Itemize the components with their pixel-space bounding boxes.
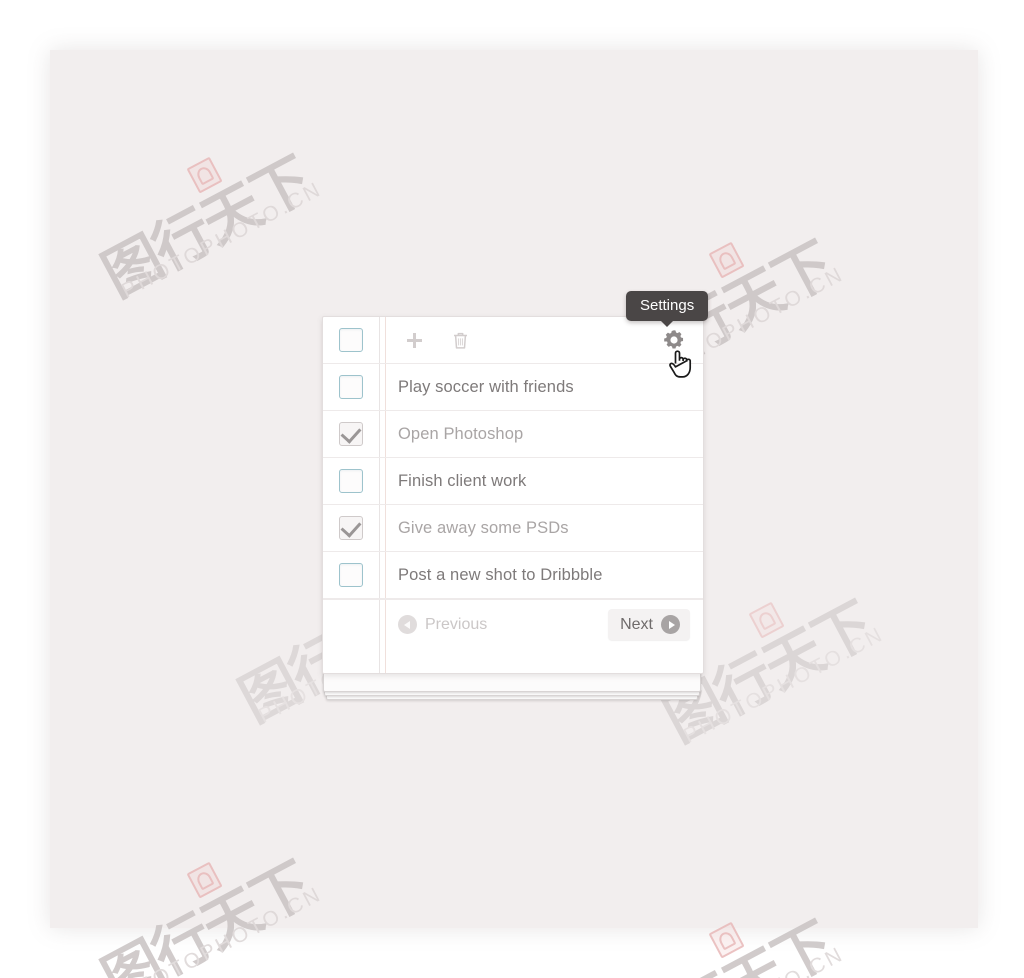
todo-card-stack: Play soccer with friends Open Photoshop: [322, 316, 704, 700]
task-label: Play soccer with friends: [398, 377, 574, 396]
delete-task-button[interactable]: [445, 325, 475, 355]
footer-spacer: [323, 600, 379, 649]
table-row[interactable]: Post a new shot to Dribbble: [323, 552, 703, 599]
select-all-cell[interactable]: [323, 317, 379, 363]
todo-card: Play soccer with friends Open Photoshop: [322, 316, 704, 674]
task-checkbox-cell[interactable]: [323, 364, 379, 410]
arrow-left-circle-icon: [398, 615, 417, 634]
gear-icon: [664, 330, 684, 349]
task-label: Give away some PSDs: [398, 518, 569, 537]
settings-tooltip: Settings: [626, 291, 709, 327]
task-label: Finish client work: [398, 471, 527, 490]
table-row[interactable]: Open Photoshop: [323, 411, 703, 458]
task-body: Open Photoshop: [379, 411, 703, 457]
task-checkbox[interactable]: [339, 422, 363, 446]
table-row[interactable]: Finish client work: [323, 458, 703, 505]
task-checkbox[interactable]: [339, 516, 363, 540]
next-label: Next: [620, 615, 653, 633]
task-checkbox-cell[interactable]: [323, 458, 379, 504]
task-checkbox-cell[interactable]: [323, 505, 379, 551]
tooltip-arrow: [660, 320, 675, 327]
plus-icon: [406, 332, 422, 348]
table-row[interactable]: Give away some PSDs: [323, 505, 703, 552]
toolbar-row: [323, 317, 703, 364]
table-row[interactable]: Play soccer with friends: [323, 364, 703, 411]
task-body: Give away some PSDs: [379, 505, 703, 551]
pagination-footer: Previous Next: [323, 599, 703, 649]
previous-button[interactable]: Previous: [398, 615, 487, 634]
task-body: Post a new shot to Dribbble: [379, 552, 703, 598]
check-icon: [340, 516, 362, 538]
task-checkbox-cell[interactable]: [323, 411, 379, 457]
settings-tooltip-label: Settings: [640, 297, 695, 314]
task-label: Open Photoshop: [398, 424, 524, 443]
task-body: Play soccer with friends: [379, 364, 703, 410]
trash-icon: [453, 332, 467, 349]
task-checkbox[interactable]: [339, 375, 363, 399]
toolbar-actions: [379, 317, 703, 363]
screenshot-canvas: 图行天下 PHOTOPHOTO.CN 图行天下 PHOTOPHOTO.CN 图行…: [0, 0, 1024, 978]
pagination-controls: Previous Next: [379, 600, 703, 649]
add-task-button[interactable]: [399, 325, 429, 355]
task-checkbox[interactable]: [339, 563, 363, 587]
task-body: Finish client work: [379, 458, 703, 504]
settings-button[interactable]: [661, 327, 687, 353]
select-all-checkbox[interactable]: [339, 328, 363, 352]
task-checkbox-cell[interactable]: [323, 552, 379, 598]
task-label: Post a new shot to Dribbble: [398, 565, 603, 584]
check-icon: [340, 422, 362, 444]
task-checkbox[interactable]: [339, 469, 363, 493]
arrow-right-circle-icon: [661, 615, 680, 634]
next-button[interactable]: Next: [608, 609, 690, 640]
watermark-latin-text: PHOTOPHOTO.CN: [640, 942, 849, 978]
previous-label: Previous: [425, 615, 488, 633]
